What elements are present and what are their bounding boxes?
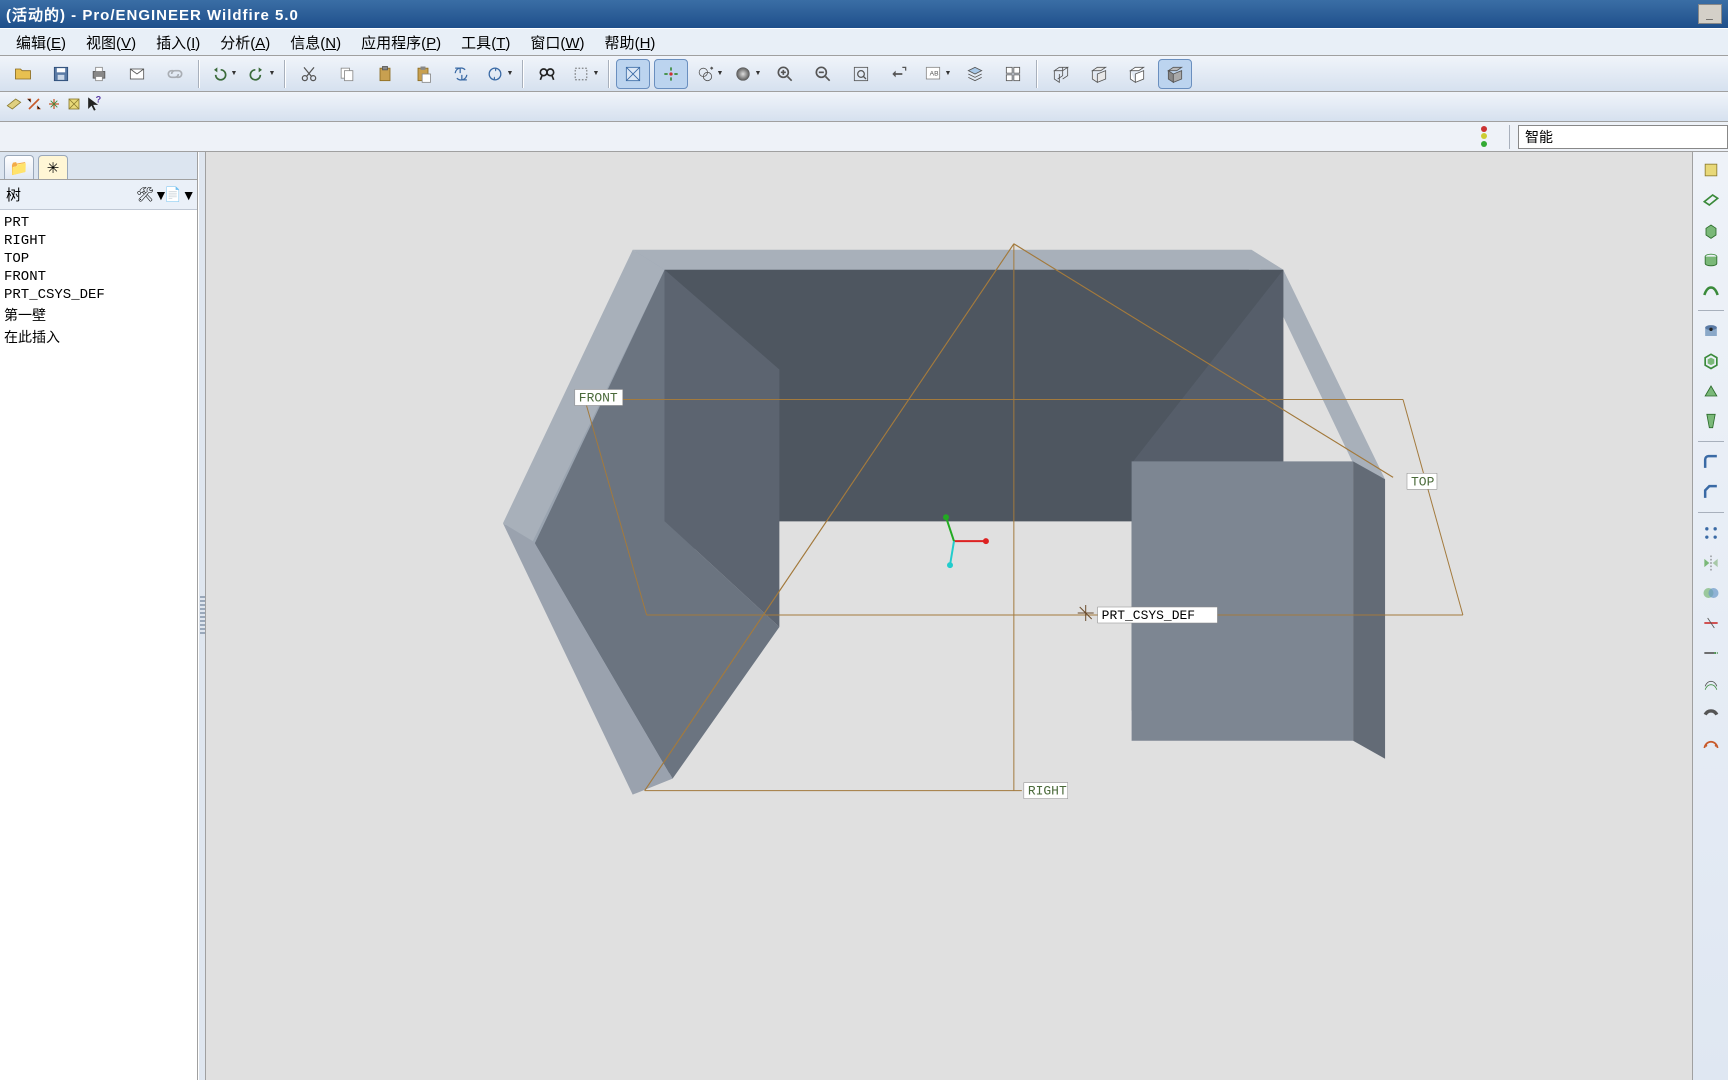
svg-text:PRT_CSYS_DEF: PRT_CSYS_DEF xyxy=(1102,608,1195,623)
tab-folder-icon[interactable]: 📁 xyxy=(4,155,34,179)
svg-text:TOP: TOP xyxy=(1411,474,1435,489)
layers-icon[interactable] xyxy=(958,59,992,89)
save-icon[interactable] xyxy=(44,59,78,89)
paste-icon[interactable] xyxy=(368,59,402,89)
datum-plane-display-icon[interactable] xyxy=(4,94,24,119)
main-toolbar: ▼ ▼ ▼ ▼ ▼ ▼ AB▼ xyxy=(0,56,1728,92)
tree-item[interactable]: FRONT xyxy=(2,268,195,286)
title-bar: (活动的) - Pro/ENGINEER Wildfire 5.0 _ xyxy=(0,0,1728,28)
traffic-light-icon[interactable] xyxy=(1475,126,1493,148)
tree-item[interactable]: RIGHT xyxy=(2,232,195,250)
no-hidden-icon[interactable] xyxy=(1120,59,1154,89)
revolve-icon[interactable] xyxy=(1696,246,1726,274)
tree-header: 树 🛠▼ 📄▼ xyxy=(0,180,197,210)
shading-icon[interactable] xyxy=(1158,59,1192,89)
regen-icon[interactable] xyxy=(444,59,478,89)
tree-item[interactable]: 第一壁 xyxy=(2,304,195,326)
csys-triad xyxy=(943,514,989,568)
tab-favorites-icon[interactable]: ✳ xyxy=(38,155,68,179)
minimize-button[interactable]: _ xyxy=(1698,4,1722,24)
tree-item[interactable]: 在此插入 xyxy=(2,326,195,348)
rib-icon[interactable] xyxy=(1696,377,1726,405)
svg-text:AB: AB xyxy=(929,70,938,77)
datum-axis-display-icon[interactable] xyxy=(24,94,44,119)
select-icon[interactable]: ▼ xyxy=(568,59,602,89)
hole-icon[interactable] xyxy=(1696,317,1726,345)
menu-info[interactable]: 信息(N) xyxy=(280,30,351,55)
view-manager-icon[interactable] xyxy=(996,59,1030,89)
refit-icon[interactable] xyxy=(844,59,878,89)
zoom-in-icon[interactable] xyxy=(768,59,802,89)
svg-text:FRONT: FRONT xyxy=(579,390,618,405)
copy-icon[interactable] xyxy=(330,59,364,89)
svg-text:RIGHT: RIGHT xyxy=(1028,784,1067,799)
menu-insert[interactable]: 插入(I) xyxy=(146,30,210,55)
menu-analysis[interactable]: 分析(A) xyxy=(210,30,280,55)
datum-plane-icon[interactable] xyxy=(1696,186,1726,214)
menu-tools[interactable]: 工具(T) xyxy=(451,30,520,55)
print-icon[interactable] xyxy=(82,59,116,89)
orient-icon[interactable]: ▼ xyxy=(692,59,726,89)
tree-item[interactable]: PRT xyxy=(2,214,195,232)
tree-item[interactable]: TOP xyxy=(2,250,195,268)
left-tabs: 📁 ✳ xyxy=(0,152,197,180)
mirror-icon[interactable] xyxy=(1696,549,1726,577)
model-view: FRONT TOP RIGHT PRT_CSYS_DEF xyxy=(206,152,1692,1080)
paste-special-icon[interactable] xyxy=(406,59,440,89)
cut-icon[interactable] xyxy=(292,59,326,89)
saved-views-icon[interactable]: AB▼ xyxy=(920,59,954,89)
datum-csys-display-icon[interactable] xyxy=(64,94,84,119)
regen-auto-icon[interactable]: ▼ xyxy=(482,59,516,89)
shell-icon[interactable] xyxy=(1696,347,1726,375)
filter-row xyxy=(0,122,1728,152)
tree-title: 树 xyxy=(6,184,21,205)
tree-show-icon[interactable]: 📄▼ xyxy=(169,184,191,206)
window-title: (活动的) - Pro/ENGINEER Wildfire 5.0 xyxy=(6,4,299,25)
sketch-icon[interactable] xyxy=(1696,156,1726,184)
wireframe-icon[interactable] xyxy=(1044,59,1078,89)
thicken-icon[interactable] xyxy=(1696,699,1726,727)
menu-help[interactable]: 帮助(H) xyxy=(595,30,666,55)
menu-apps[interactable]: 应用程序(P) xyxy=(351,30,451,55)
sweep-icon[interactable] xyxy=(1696,276,1726,304)
offset-icon[interactable] xyxy=(1696,669,1726,697)
model-tree[interactable]: PRT RIGHT TOP FRONT PRT_CSYS_DEF 第一壁 在此插… xyxy=(0,210,197,1080)
menu-window[interactable]: 窗口(W) xyxy=(520,30,594,55)
reorient-icon[interactable] xyxy=(882,59,916,89)
smart-filter-input[interactable] xyxy=(1518,125,1728,149)
svg-text:?: ? xyxy=(96,94,102,104)
menu-edit[interactable]: 编辑(E) xyxy=(6,30,76,55)
secondary-toolbar: ? xyxy=(0,92,1728,122)
round-icon[interactable] xyxy=(1696,448,1726,476)
chamfer-icon[interactable] xyxy=(1696,478,1726,506)
help-cursor-icon[interactable]: ? xyxy=(84,94,104,119)
mail-icon[interactable] xyxy=(120,59,154,89)
link-icon[interactable] xyxy=(158,59,192,89)
extend-icon[interactable] xyxy=(1696,639,1726,667)
spin-center-icon[interactable] xyxy=(654,59,688,89)
datum-point-display-icon[interactable] xyxy=(44,94,64,119)
pattern-icon[interactable] xyxy=(1696,519,1726,547)
trim-icon[interactable] xyxy=(1696,609,1726,637)
hidden-line-icon[interactable] xyxy=(1082,59,1116,89)
find-icon[interactable] xyxy=(530,59,564,89)
merge-icon[interactable] xyxy=(1696,579,1726,607)
shade-icon[interactable]: ▼ xyxy=(730,59,764,89)
menu-bar: 编辑(E) 视图(V) 插入(I) 分析(A) 信息(N) 应用程序(P) 工具… xyxy=(0,28,1728,56)
draft-icon[interactable] xyxy=(1696,407,1726,435)
tree-item[interactable]: PRT_CSYS_DEF xyxy=(2,286,195,304)
feature-toolbar xyxy=(1692,152,1728,1080)
splitter[interactable] xyxy=(198,152,206,1080)
undo-icon[interactable]: ▼ xyxy=(206,59,240,89)
extrude-icon[interactable] xyxy=(1696,216,1726,244)
redo-icon[interactable]: ▼ xyxy=(244,59,278,89)
style-icon[interactable] xyxy=(1696,729,1726,757)
zoom-out-icon[interactable] xyxy=(806,59,840,89)
menu-view[interactable]: 视图(V) xyxy=(76,30,146,55)
tree-settings-icon[interactable]: 🛠▼ xyxy=(141,184,163,206)
model-tree-panel: 📁 ✳ 树 🛠▼ 📄▼ PRT RIGHT TOP FRONT PRT_CSYS… xyxy=(0,152,198,1080)
3d-viewport[interactable]: FRONT TOP RIGHT PRT_CSYS_DEF xyxy=(206,152,1692,1080)
open-icon[interactable] xyxy=(6,59,40,89)
repaint-icon[interactable] xyxy=(616,59,650,89)
